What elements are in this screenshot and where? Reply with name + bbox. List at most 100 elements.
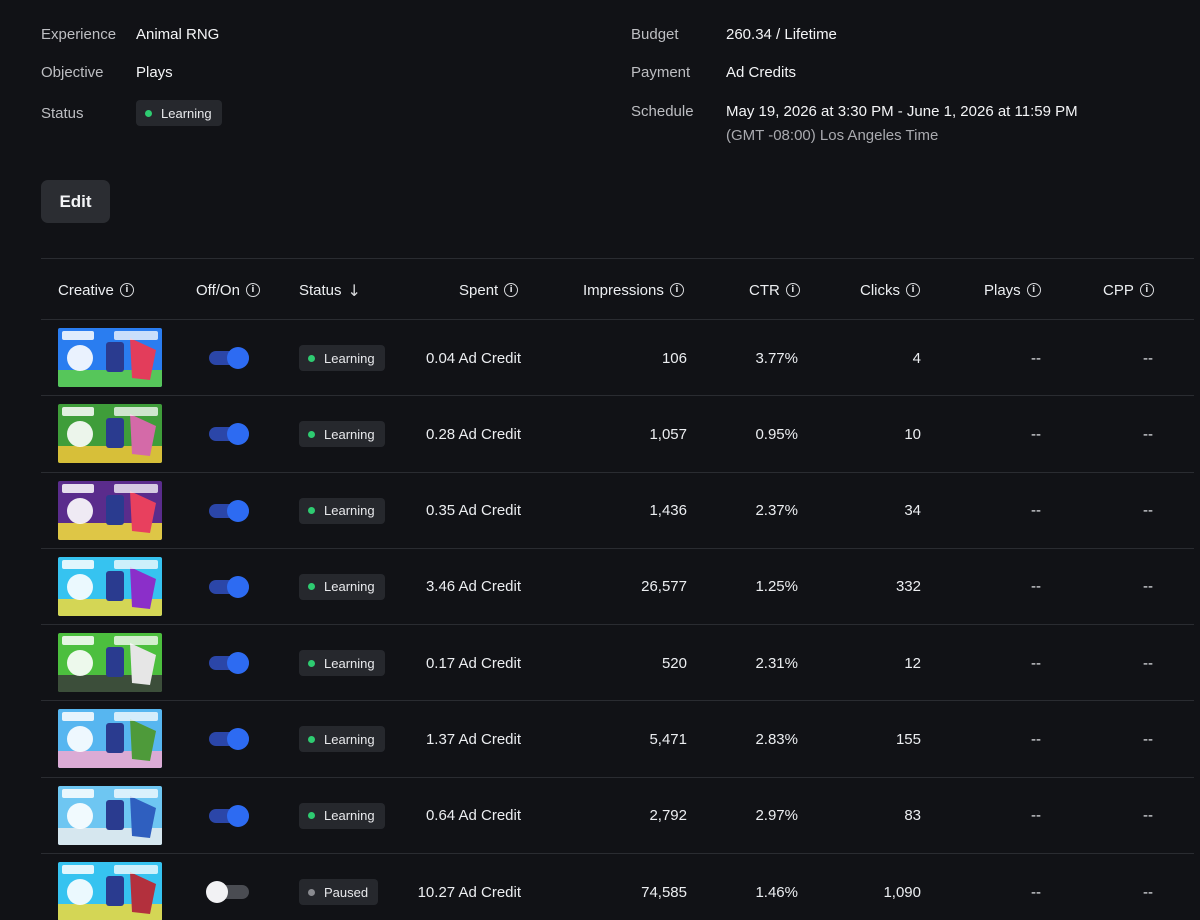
on-off-toggle[interactable] [209, 422, 249, 446]
creative-thumbnail[interactable] [58, 709, 162, 769]
status-badge: Learning [299, 802, 385, 829]
clicks-cell: 4 [912, 349, 921, 367]
on-off-toggle[interactable] [209, 499, 249, 523]
row-status: Learning [299, 802, 385, 829]
status-dot-icon [308, 659, 315, 667]
cpp-cell: -- [1143, 654, 1153, 672]
info-icon[interactable]: i [1026, 283, 1041, 297]
header-offon[interactable]: Off/On i [196, 259, 260, 321]
info-icon[interactable]: i [785, 283, 800, 297]
sort-down-arrow-icon[interactable]: ↓ [348, 281, 361, 300]
spent-cell: 0.04 Ad Credit [425, 349, 521, 367]
info-icon[interactable]: i [669, 283, 684, 297]
status-dot-icon [308, 888, 315, 896]
status-badge-text: Learning [324, 655, 375, 671]
status-badge: Paused [299, 879, 379, 906]
clicks-cell: 332 [895, 578, 921, 596]
creative-thumbnail[interactable] [58, 862, 162, 920]
on-off-toggle[interactable] [209, 346, 249, 370]
payment-label: Payment [631, 64, 691, 81]
status-badge: Learning [299, 497, 385, 524]
thumbnail-image [58, 633, 162, 693]
status-dot-icon [308, 507, 315, 515]
header-spent-label: Spent [459, 281, 499, 299]
plays-cell: -- [1031, 349, 1041, 367]
table-row[interactable]: Learning 1.37 Ad Credit 5,471 2.83% 155 -- -- [41, 701, 1194, 778]
on-off-toggle[interactable] [206, 880, 249, 904]
plays-cell: -- [1031, 578, 1041, 596]
creative-thumbnail[interactable] [58, 556, 162, 616]
on-off-toggle[interactable] [209, 575, 249, 599]
experience-label: Experience [41, 26, 117, 43]
status-badge-text: Learning [324, 350, 375, 366]
impressions-cell: 26,577 [641, 578, 687, 596]
header-plays[interactable]: Plays i [984, 259, 1041, 321]
header-ctr[interactable]: CTR i [749, 259, 800, 321]
header-spent[interactable]: Spent i [459, 259, 519, 321]
header-plays-label: Plays [984, 281, 1021, 299]
creative-thumbnail[interactable] [58, 404, 162, 464]
header-clicks[interactable]: Clicks i [860, 259, 920, 321]
objective-value: Plays [136, 64, 173, 81]
info-icon[interactable]: i [504, 283, 519, 297]
edit-button[interactable]: Edit [41, 180, 110, 223]
status-dot-icon [308, 430, 315, 438]
info-icon[interactable]: i [906, 283, 920, 297]
budget-label: Budget [631, 26, 679, 43]
toggle-knob [206, 881, 228, 904]
creatives-table: Creative i Off/On i Status ↓ Spent i Imp… [41, 258, 1194, 920]
toggle-knob [227, 423, 249, 446]
creative-thumbnail[interactable] [58, 785, 162, 845]
header-cpp[interactable]: CPP i [1103, 259, 1154, 321]
plays-cell: -- [1031, 807, 1041, 825]
ctr-cell: 1.25% [755, 578, 798, 596]
table-row[interactable]: Learning 3.46 Ad Credit 26,577 1.25% 332 -- -- [41, 549, 1194, 626]
on-off-toggle[interactable] [209, 804, 249, 828]
header-status[interactable]: Status ↓ [299, 259, 361, 321]
status-badge: Learning [299, 421, 385, 448]
clicks-cell: 83 [904, 807, 921, 825]
plays-cell: -- [1031, 730, 1041, 748]
toggle-knob [227, 499, 249, 522]
table-row[interactable]: Learning 0.35 Ad Credit 1,436 2.37% 34 -- -- [41, 473, 1194, 549]
ctr-cell: 3.77% [755, 349, 798, 367]
spent-cell: 0.35 Ad Credit [425, 502, 521, 520]
status-dot-icon [308, 812, 315, 820]
header-impressions[interactable]: Impressions i [583, 259, 684, 321]
ctr-cell: 1.46% [755, 883, 798, 901]
status-field: Status Learning [41, 100, 222, 126]
header-creative[interactable]: Creative i [58, 259, 134, 321]
table-row[interactable]: Learning 0.28 Ad Credit 1,057 0.95% 10 -- -- [41, 396, 1194, 473]
on-off-toggle[interactable] [209, 651, 249, 675]
ctr-cell: 2.37% [755, 502, 798, 520]
table-row[interactable]: Paused 10.27 Ad Credit 74,585 1.46% 1,090 -- -… [41, 854, 1194, 920]
info-icon[interactable]: i [119, 283, 134, 297]
row-status: Learning [299, 421, 385, 448]
cpp-cell: -- [1143, 502, 1153, 520]
budget-field: Budget 260.34 / Lifetime [631, 26, 837, 43]
table-row[interactable]: Learning 0.17 Ad Credit 520 2.31% 12 -- -- [41, 625, 1194, 702]
impressions-cell: 74,585 [641, 883, 687, 901]
objective-field: Objective Plays [41, 64, 173, 81]
payment-field: Payment Ad Credits [631, 64, 796, 81]
on-off-toggle[interactable] [209, 727, 249, 751]
status-badge-text: Learning [324, 579, 375, 595]
info-icon[interactable]: i [1139, 283, 1154, 297]
creative-thumbnail[interactable] [58, 480, 162, 540]
clicks-cell: 12 [904, 654, 921, 672]
status-badge-text: Learning [324, 426, 375, 442]
impressions-cell: 106 [661, 349, 687, 367]
info-icon[interactable]: i [245, 283, 260, 297]
status-badge-text: Learning [324, 731, 375, 747]
plays-cell: -- [1031, 425, 1041, 443]
impressions-cell: 2,792 [649, 807, 687, 825]
plays-cell: -- [1031, 502, 1041, 520]
table-row[interactable]: Learning 0.64 Ad Credit 2,792 2.97% 83 -- -- [41, 778, 1194, 855]
status-badge: Learning [136, 100, 222, 126]
table-row[interactable]: Learning 0.04 Ad Credit 106 3.77% 4 -- -- [41, 320, 1194, 397]
creative-thumbnail[interactable] [58, 328, 162, 387]
budget-value: 260.34 / Lifetime [726, 26, 837, 43]
objective-label: Objective [41, 64, 104, 81]
row-status: Learning [299, 726, 385, 753]
creative-thumbnail[interactable] [58, 633, 162, 693]
